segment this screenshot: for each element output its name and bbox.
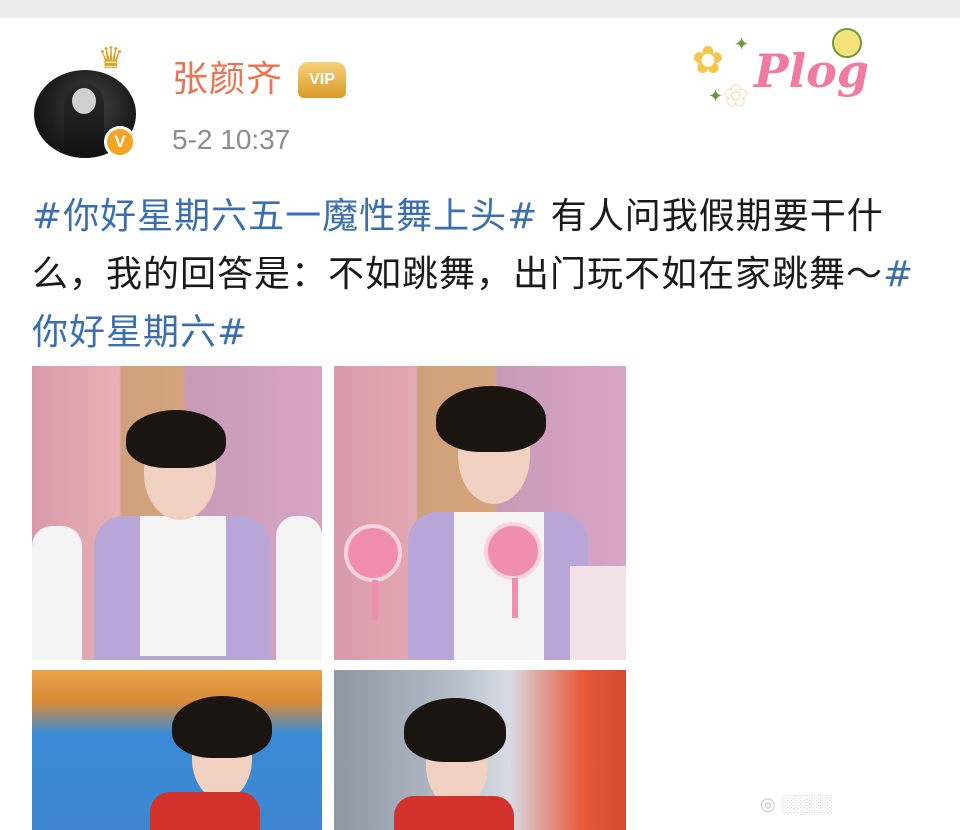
photo-4[interactable]: [334, 670, 626, 830]
fan-sign: [484, 522, 542, 580]
fan-sign: [344, 524, 402, 582]
verified-badge-icon: V: [104, 126, 136, 158]
sun-icon: [832, 28, 862, 58]
sparkle-icon: ✦: [734, 34, 750, 55]
photo-2[interactable]: [334, 366, 626, 660]
fan-handle: [372, 580, 378, 620]
side-person: [276, 516, 322, 660]
hair: [172, 696, 272, 758]
photo-3[interactable]: [32, 670, 322, 830]
scarf: [394, 796, 514, 830]
tshirt: [140, 516, 226, 656]
username[interactable]: 张颜齐: [172, 56, 283, 104]
hair: [436, 386, 546, 452]
hair: [404, 698, 506, 762]
post-text: #你好星期六五一魔性舞上头# 有人问我假期要干什么，我的回答是：不如跳舞，出门玩…: [32, 188, 932, 362]
vip-icon[interactable]: VIP: [298, 62, 346, 98]
watermark-icon: ◎ ░░░░: [760, 794, 832, 814]
photo-1[interactable]: [32, 366, 322, 660]
post-timestamp: 5-2 10:37: [172, 124, 291, 155]
flower-icon: ✿: [692, 38, 724, 82]
hashtag-link[interactable]: #你好星期六五一魔性舞上头#: [32, 196, 538, 237]
fan-handle: [512, 578, 518, 618]
flower-icon: ✿: [724, 79, 748, 112]
side-person: [570, 566, 626, 660]
avatar-face: [72, 88, 96, 114]
sparkle-icon: ✦: [708, 86, 724, 107]
hair: [126, 410, 226, 468]
side-person: [32, 526, 82, 660]
top-bar: [0, 0, 960, 18]
crown-icon: ♛: [97, 41, 125, 76]
scarf: [150, 792, 260, 830]
plog-sticker: ✿ ✿ ✦ ✦ Plog: [688, 24, 888, 124]
